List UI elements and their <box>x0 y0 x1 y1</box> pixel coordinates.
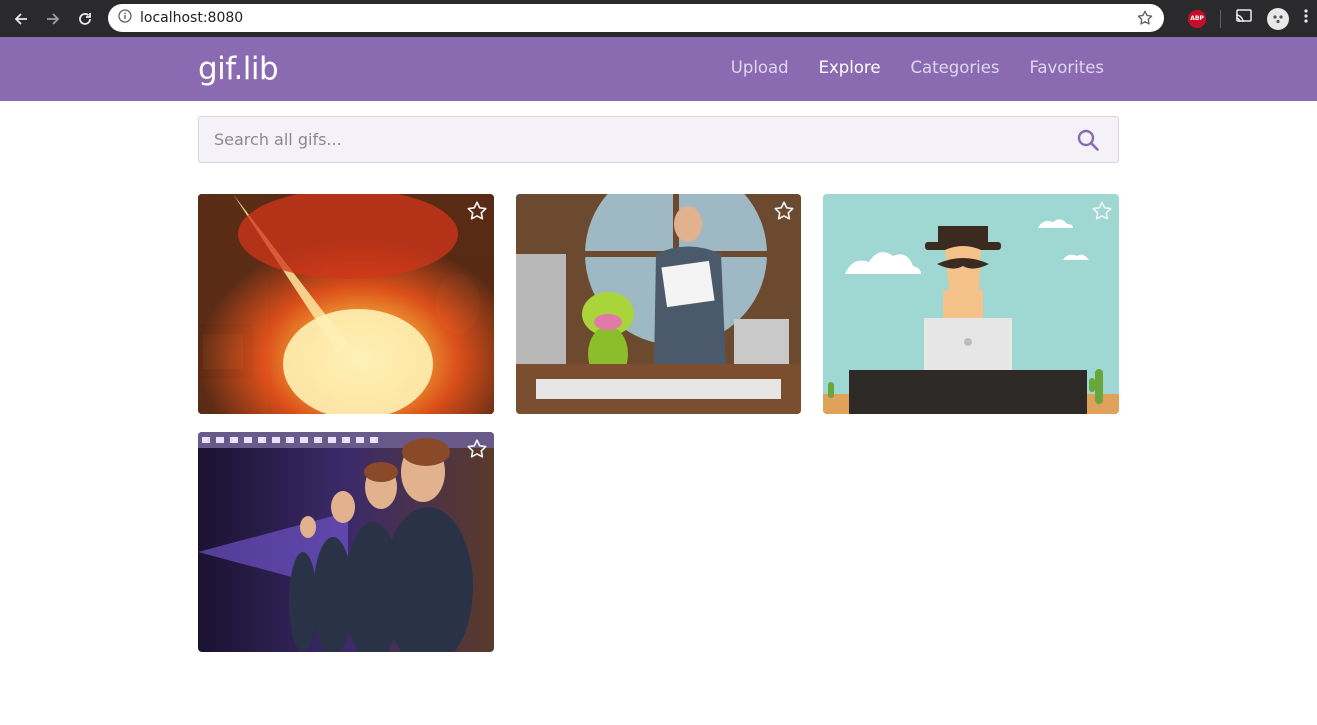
toolbar-divider <box>1220 9 1221 28</box>
bookmark-star-icon[interactable] <box>1136 9 1154 32</box>
app-header: gif.lib Upload Explore Categories Favori… <box>0 37 1317 101</box>
info-icon[interactable] <box>118 8 132 28</box>
nav-explore[interactable]: Explore <box>819 58 881 77</box>
forward-arrow-icon[interactable] <box>40 6 66 32</box>
more-menu-icon[interactable] <box>1303 8 1309 29</box>
search-input[interactable] <box>199 117 1118 162</box>
gif-card-mirror[interactable] <box>198 432 494 652</box>
reload-icon[interactable] <box>72 6 98 32</box>
gif-card-explosion[interactable] <box>198 194 494 414</box>
address-bar[interactable]: localhost:8080 <box>108 4 1164 32</box>
nav-favorites[interactable]: Favorites <box>1029 58 1104 77</box>
site-logo[interactable]: gif.lib <box>198 51 279 87</box>
main-nav: Upload Explore Categories Favorites <box>731 58 1104 77</box>
favorite-star-icon[interactable] <box>466 438 488 465</box>
gif-image-cowboy[interactable] <box>823 194 1119 414</box>
favorite-star-icon[interactable] <box>773 200 795 227</box>
nav-categories[interactable]: Categories <box>911 58 1000 77</box>
favorite-star-icon[interactable] <box>466 200 488 227</box>
adblock-extension-icon[interactable]: ABP <box>1188 9 1206 28</box>
cast-icon[interactable] <box>1235 8 1253 29</box>
gif-image-explosion[interactable] <box>198 194 494 414</box>
browser-toolbar: localhost:8080 ABP <box>0 0 1317 37</box>
favorite-star-icon[interactable] <box>1091 200 1113 227</box>
gif-image-mirror[interactable] <box>198 432 494 652</box>
nav-upload[interactable]: Upload <box>731 58 789 77</box>
search-icon[interactable] <box>1076 128 1100 157</box>
search-bar <box>198 116 1119 163</box>
gif-card-cowboy[interactable] <box>823 194 1119 414</box>
profile-avatar-icon[interactable] <box>1267 7 1289 30</box>
back-arrow-icon[interactable] <box>8 6 34 32</box>
gif-card-presenter[interactable] <box>516 194 801 414</box>
address-url[interactable]: localhost:8080 <box>140 10 243 26</box>
gif-image-presenter[interactable] <box>516 194 801 414</box>
